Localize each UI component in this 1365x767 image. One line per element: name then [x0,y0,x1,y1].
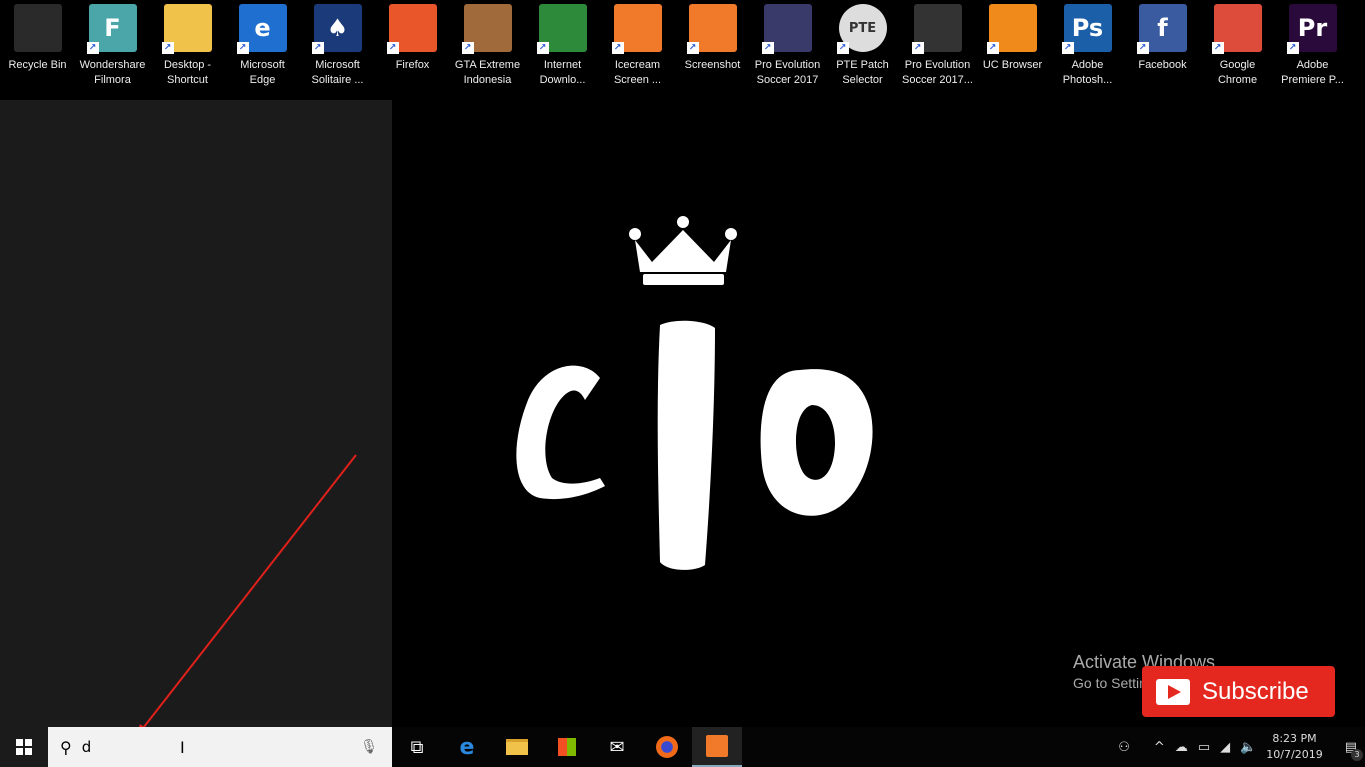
clock-time: 8:23 PM [1272,732,1317,745]
taskbar-mail[interactable]: ✉ [592,727,642,767]
clock[interactable]: 8:23 PM 10/7/2019 [1266,731,1322,763]
search-icon: ⚲ [60,737,72,757]
volume-icon[interactable]: 🔈 [1240,740,1256,755]
action-center-button[interactable]: ▤ 3 [1345,740,1363,761]
mail-icon: ✉ [609,736,625,758]
battery-icon[interactable]: ▭ [1198,740,1210,755]
taskbar-store[interactable] [542,727,592,767]
taskbar-edge[interactable]: e [442,727,492,767]
taskbar: ⚲ d I 🎙 ⧉ e ✉ ⚇ ^ ☁ ▭ ◢ 🔈 8:23 PM 10/7/2… [0,727,1365,767]
icecream-icon [706,735,728,757]
text-cursor-icon: I [180,737,185,757]
windows-logo-icon [16,739,32,755]
task-view-icon: ⧉ [410,736,424,758]
edge-icon: e [459,734,475,760]
store-icon [558,738,576,756]
taskbar-firefox[interactable] [642,727,692,767]
clock-date: 10/7/2019 [1266,748,1323,761]
people-icon[interactable]: ⚇ [1118,740,1130,755]
folder-icon [506,739,528,755]
system-tray: ⚇ ^ ☁ ▭ ◢ 🔈 8:23 PM 10/7/2019 ▤ 3 [1118,727,1365,767]
network-icon[interactable]: ◢ [1220,740,1230,755]
start-button[interactable] [0,727,48,767]
onedrive-icon[interactable]: ☁ [1175,740,1188,755]
microphone-icon[interactable]: 🎙 [360,739,378,755]
show-hidden-icons-chevron-icon[interactable]: ^ [1154,740,1165,755]
search-box[interactable]: ⚲ d I 🎙 [48,727,392,767]
firefox-icon [656,736,678,758]
notification-count: 3 [1351,748,1363,761]
red-arrow-annotation [136,454,357,737]
taskbar-screen-recorder[interactable] [692,727,742,767]
taskbar-file-explorer[interactable] [492,727,542,767]
task-view-button[interactable]: ⧉ [392,727,442,767]
search-input[interactable]: d [82,738,92,756]
